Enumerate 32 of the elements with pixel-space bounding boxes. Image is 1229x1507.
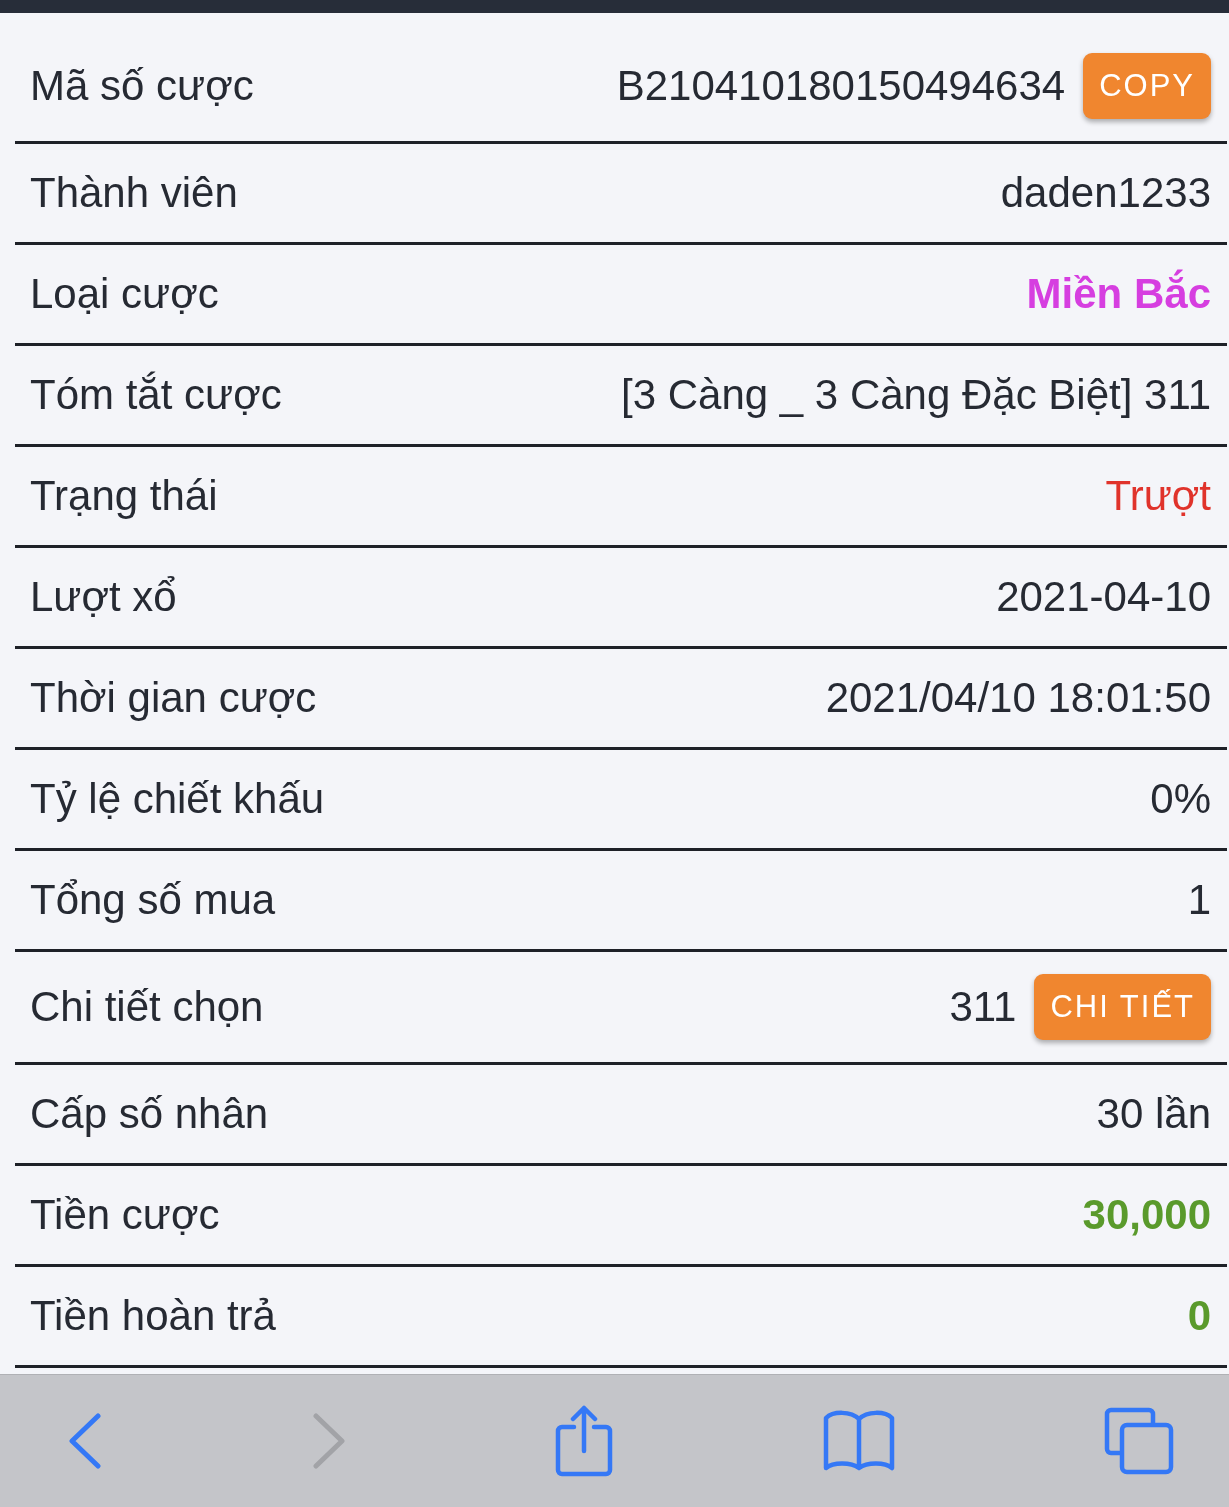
field-label: Mã số cược — [30, 61, 254, 111]
field-value: 2021/04/10 18:01:50 — [825, 673, 1211, 723]
field-label: Tiền cược — [30, 1190, 220, 1240]
field-label: Tóm tắt cược — [30, 370, 282, 420]
field-value: 1 — [1187, 875, 1211, 925]
back-chevron-icon[interactable] — [68, 1413, 102, 1469]
field-value: Trượt — [1105, 471, 1211, 521]
field-value: Miền Bắc — [1026, 268, 1211, 319]
share-icon[interactable] — [555, 1405, 613, 1477]
field-value: 0 — [1187, 1291, 1211, 1341]
field-value: 30,000 — [1082, 1190, 1211, 1240]
field-label: Thành viên — [30, 168, 238, 218]
field-value: 0% — [1150, 774, 1211, 824]
field-label: Lượt xổ — [30, 572, 177, 622]
field-label: Chi tiết chọn — [30, 982, 264, 1032]
field-value: [3 Càng _ 3 Càng Đặc Biệt] 311 — [621, 370, 1211, 420]
field-value: daden1233 — [1000, 168, 1211, 218]
field-label: Cấp số nhân — [30, 1089, 269, 1139]
field-label: Tổng số mua — [30, 875, 276, 925]
book-icon[interactable] — [822, 1410, 895, 1472]
field-label: Loại cược — [30, 269, 219, 319]
detail-button[interactable]: CHI TIẾT — [1034, 974, 1211, 1040]
field-label: Tiền hoàn trả — [30, 1291, 276, 1341]
field-value: B210410180150494634 — [616, 61, 1066, 111]
field-label: Trạng thái — [30, 471, 218, 521]
copy-button[interactable]: COPY — [1083, 53, 1211, 119]
field-label: Thời gian cược — [30, 673, 317, 723]
field-label: Tỷ lệ chiết khấu — [30, 774, 325, 824]
tabs-icon[interactable] — [1104, 1407, 1174, 1475]
field-value: 30 lần — [1096, 1089, 1211, 1139]
field-value: 311 — [949, 982, 1017, 1032]
field-value: 2021-04-10 — [996, 572, 1211, 622]
